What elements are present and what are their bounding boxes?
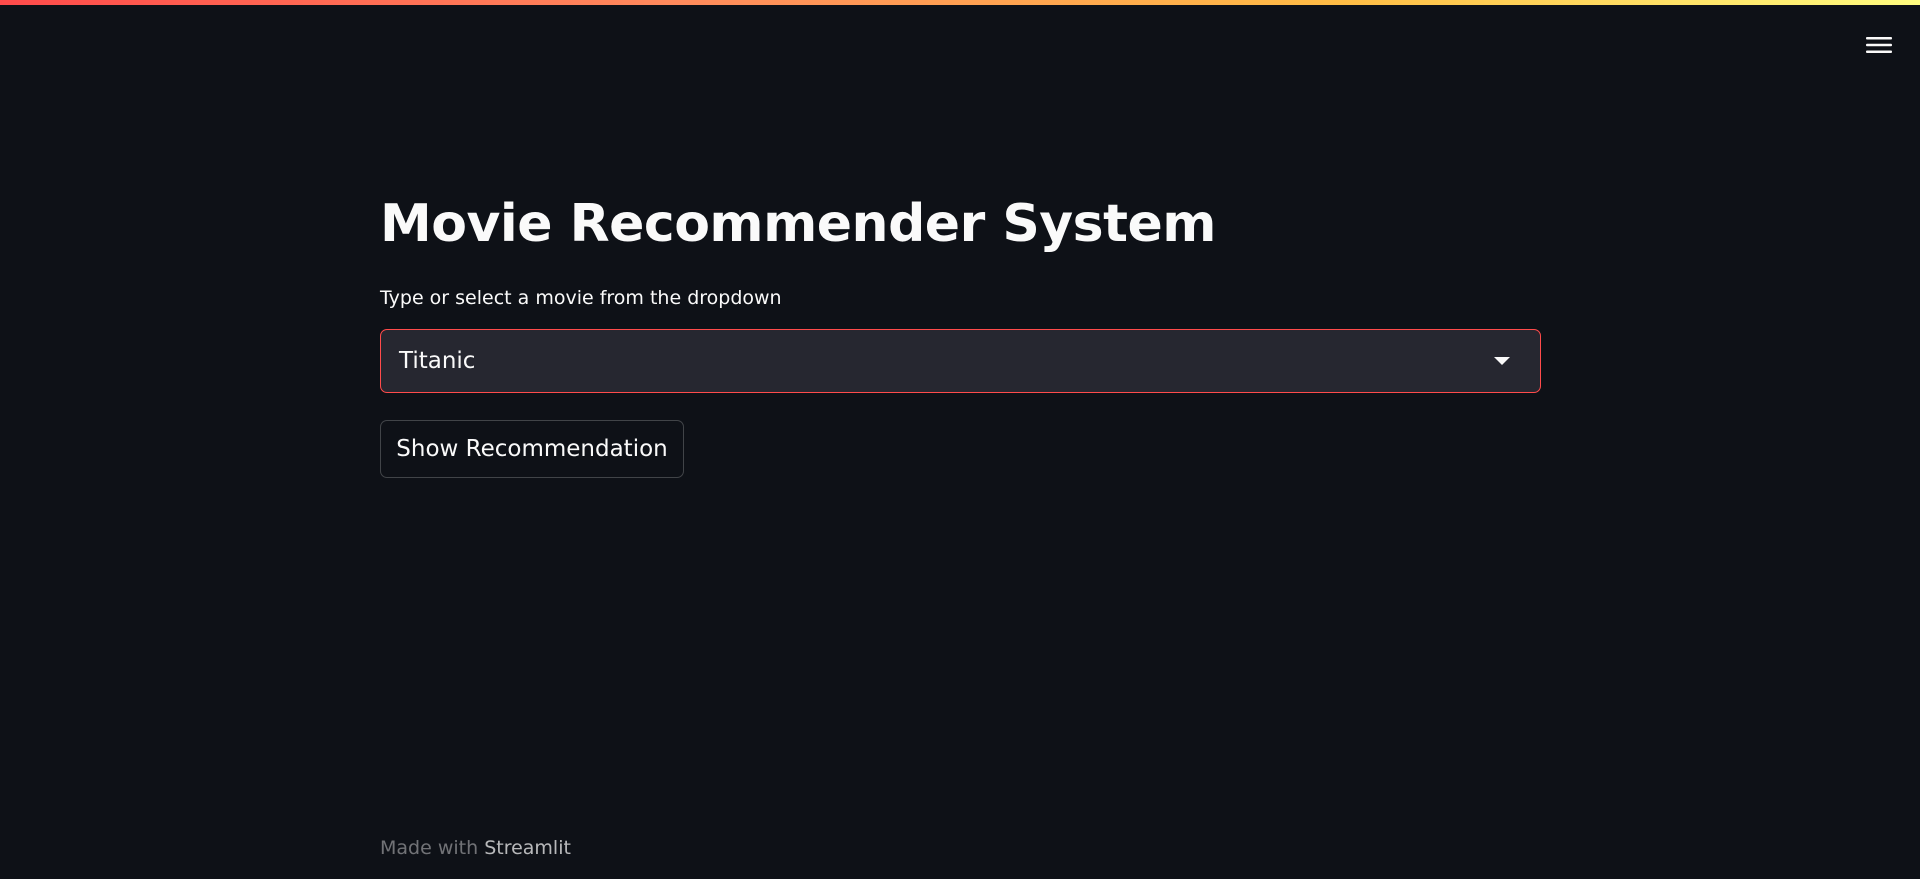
main-content: Movie Recommender System Type or select … bbox=[380, 190, 1541, 478]
movie-select[interactable]: Titanic bbox=[380, 329, 1541, 393]
show-recommendation-button[interactable]: Show Recommendation bbox=[380, 420, 684, 478]
hamburger-menu-icon bbox=[1866, 35, 1892, 55]
page-title: Movie Recommender System bbox=[380, 194, 1216, 254]
caret-down-icon[interactable] bbox=[1494, 357, 1510, 365]
movie-select-value: Titanic bbox=[399, 348, 476, 374]
footer-made-with: Made with bbox=[380, 837, 485, 859]
top-decoration-bar bbox=[0, 0, 1920, 5]
movie-select-label: Type or select a movie from the dropdown bbox=[380, 287, 782, 309]
main-menu-button[interactable] bbox=[1860, 28, 1898, 62]
streamlit-link[interactable]: Streamlit bbox=[484, 837, 571, 859]
footer: Made with Streamlit bbox=[380, 837, 571, 859]
